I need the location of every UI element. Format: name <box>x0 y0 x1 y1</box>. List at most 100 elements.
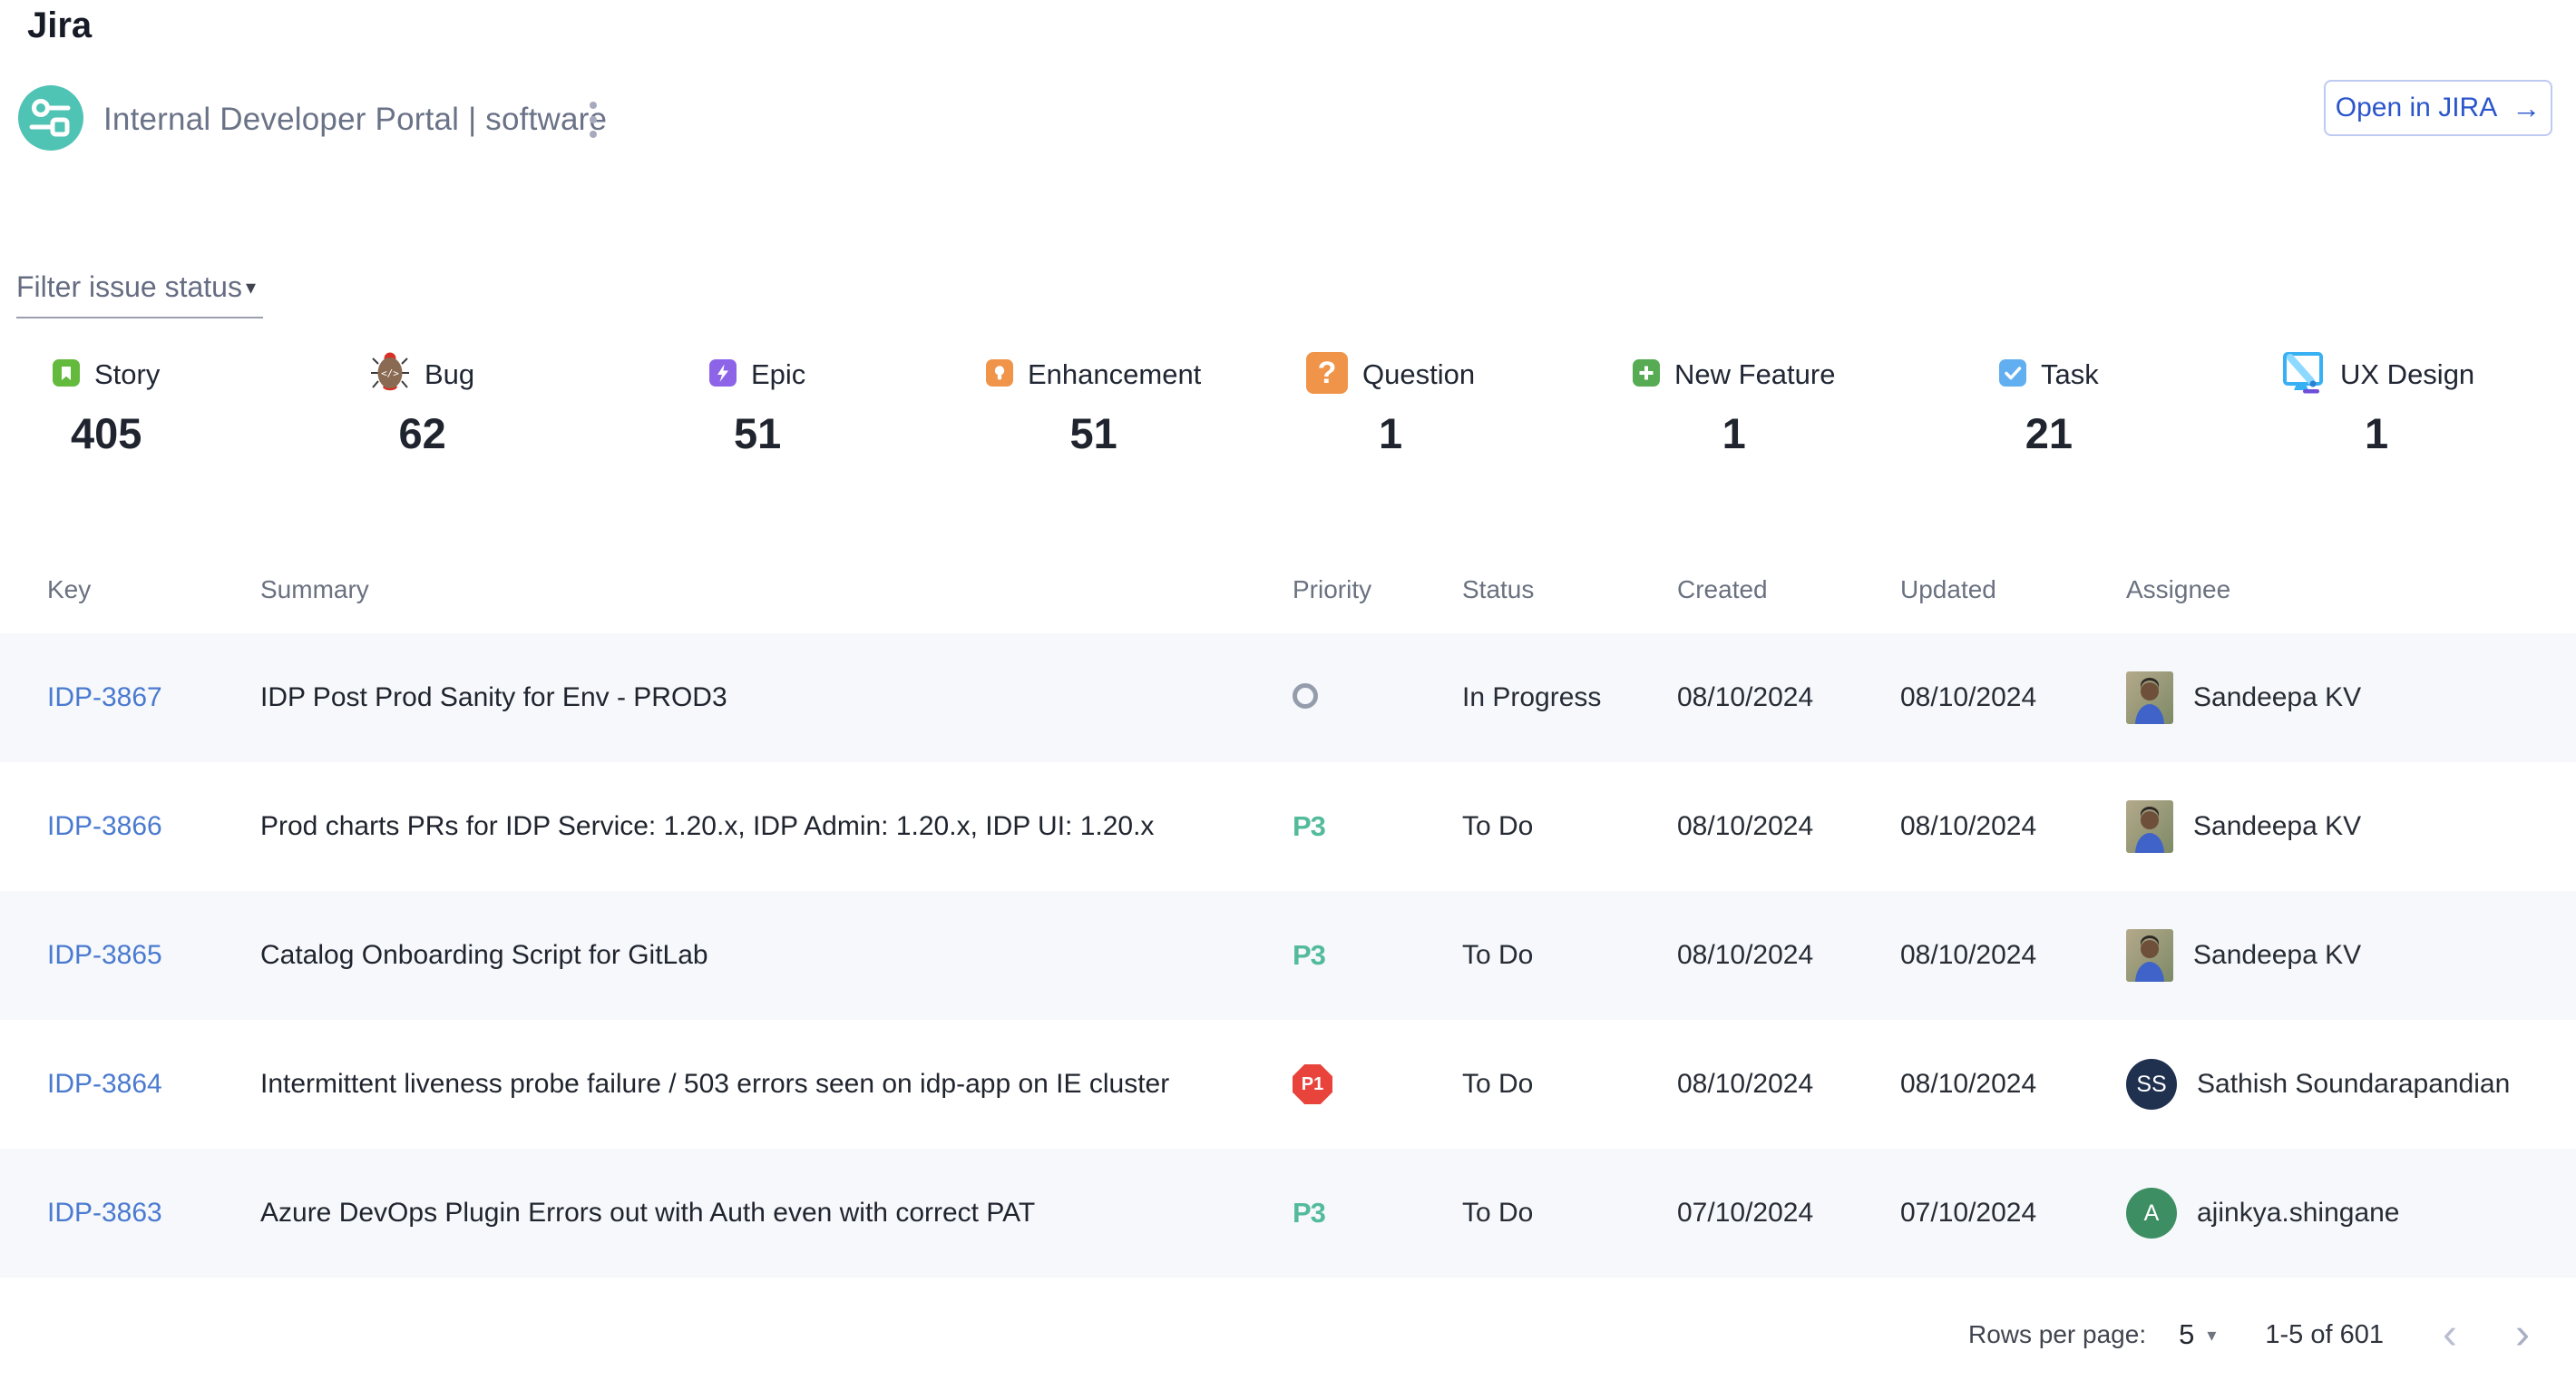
bug-count: 62 <box>398 412 445 455</box>
arrow-right-icon: → <box>2512 93 2541 122</box>
issue-updated: 08/10/2024 <box>1900 940 2126 971</box>
issue-key-link[interactable]: IDP-3866 <box>47 811 260 842</box>
issue-summary: Intermittent liveness probe failure / 50… <box>260 1069 1293 1100</box>
issue-status: To Do <box>1462 1198 1677 1229</box>
table-row: IDP-3866 Prod charts PRs for IDP Service… <box>0 762 2576 891</box>
open-in-jira-button[interactable]: Open in JIRA → <box>2324 80 2552 136</box>
issue-updated: 07/10/2024 <box>1900 1198 2126 1229</box>
bug-icon: </> <box>370 350 410 400</box>
question-count: 1 <box>1379 412 1402 455</box>
assignee-name: ajinkya.shingane <box>2197 1198 2400 1229</box>
pagination-range: 1-5 of 601 <box>2265 1320 2384 1350</box>
issue-key-link[interactable]: IDP-3865 <box>47 940 260 971</box>
open-in-jira-label: Open in JIRA <box>2336 93 2497 123</box>
issue-created: 08/10/2024 <box>1677 682 1900 713</box>
issue-summary: Catalog Onboarding Script for GitLab <box>260 940 1293 971</box>
page-title: Jira <box>27 5 92 46</box>
col-header-summary: Summary <box>260 575 1293 604</box>
assignee-avatar <box>2126 671 2173 724</box>
assignee-avatar: SS <box>2126 1059 2177 1110</box>
col-header-created: Created <box>1677 575 1900 604</box>
task-icon <box>1999 359 2026 391</box>
assignee-name: Sathish Soundarapandian <box>2197 1069 2510 1100</box>
counter-question: ? Question 1 <box>1306 350 1475 455</box>
assignee-name: Sandeepa KV <box>2193 811 2361 842</box>
issue-updated: 08/10/2024 <box>1900 682 2126 713</box>
issue-status: To Do <box>1462 811 1677 842</box>
table-row: IDP-3863 Azure DevOps Plugin Errors out … <box>0 1149 2576 1278</box>
new-feature-count: 1 <box>1722 412 1746 455</box>
counter-story: Story 405 <box>53 350 160 455</box>
entity-header: Internal Developer Portal | software <box>18 87 607 152</box>
issue-type-counters: Story 405 </> Bug 62 <box>0 350 2576 504</box>
jira-plugin-page: Jira Internal Developer Portal | softwar… <box>0 0 2576 1381</box>
assignee-avatar <box>2126 800 2173 853</box>
assignee-name: Sandeepa KV <box>2193 682 2361 713</box>
issues-table: Key Summary Priority Status Created Upda… <box>0 555 2576 1278</box>
next-page-button[interactable]: › <box>2496 1308 2549 1361</box>
priority-p3-badge: P3 <box>1293 939 1325 972</box>
new-feature-icon <box>1633 359 1660 391</box>
issue-key-link[interactable]: IDP-3863 <box>47 1198 260 1229</box>
task-count: 21 <box>2025 412 2073 455</box>
chevron-down-icon: ▾ <box>246 276 256 299</box>
counter-epic: Epic 51 <box>709 350 805 455</box>
rows-per-page-value: 5 <box>2179 1318 2194 1351</box>
col-header-priority: Priority <box>1293 575 1462 604</box>
epic-count: 51 <box>734 412 781 455</box>
priority-p3-badge: P3 <box>1293 810 1325 843</box>
assignee-name: Sandeepa KV <box>2193 940 2361 971</box>
epic-icon <box>709 359 737 391</box>
chevron-down-icon: ▾ <box>2207 1324 2216 1347</box>
svg-text:</>: </> <box>381 367 399 379</box>
ux-design-icon <box>2278 349 2326 401</box>
issue-updated: 08/10/2024 <box>1900 811 2126 842</box>
table-row: IDP-3864 Intermittent liveness probe fai… <box>0 1020 2576 1149</box>
table-header-row: Key Summary Priority Status Created Upda… <box>0 555 2576 624</box>
issue-status-filter[interactable]: Filter issue status ▾ <box>16 270 263 318</box>
entity-title: Internal Developer Portal | software <box>103 102 607 138</box>
enhancement-count: 51 <box>1070 412 1117 455</box>
assignee-avatar <box>2126 929 2173 982</box>
priority-none-icon <box>1293 683 1318 709</box>
issue-summary: Prod charts PRs for IDP Service: 1.20.x,… <box>260 811 1293 842</box>
rows-per-page-select[interactable]: 5 ▾ <box>2179 1318 2216 1351</box>
counter-enhancement: Enhancement 51 <box>986 350 1201 455</box>
issue-status: To Do <box>1462 1069 1677 1100</box>
issue-created: 08/10/2024 <box>1677 940 1900 971</box>
issue-created: 08/10/2024 <box>1677 811 1900 842</box>
issue-key-link[interactable]: IDP-3867 <box>47 682 260 713</box>
counter-new-feature: New Feature 1 <box>1633 350 1835 455</box>
issue-created: 07/10/2024 <box>1677 1198 1900 1229</box>
col-header-updated: Updated <box>1900 575 2126 604</box>
col-header-status: Status <box>1462 575 1677 604</box>
question-icon: ? <box>1306 352 1348 398</box>
more-options-button[interactable] <box>573 89 613 151</box>
project-logo-icon <box>18 85 83 155</box>
counter-task: Task 21 <box>1999 350 2099 455</box>
issue-key-link[interactable]: IDP-3864 <box>47 1069 260 1100</box>
table-pagination: Rows per page: 5 ▾ 1-5 of 601 ‹ › <box>0 1305 2576 1365</box>
story-icon <box>53 359 80 391</box>
previous-page-button[interactable]: ‹ <box>2424 1308 2476 1361</box>
ux-design-count: 1 <box>2365 412 2388 455</box>
col-header-key: Key <box>47 575 260 604</box>
enhancement-icon <box>986 359 1013 391</box>
issue-status: To Do <box>1462 940 1677 971</box>
kebab-menu-icon <box>590 102 597 109</box>
story-count: 405 <box>71 412 141 455</box>
priority-p1-badge: P1 <box>1293 1064 1332 1104</box>
issue-status: In Progress <box>1462 682 1677 713</box>
issue-status-filter-label: Filter issue status <box>16 270 242 304</box>
table-row: IDP-3865 Catalog Onboarding Script for G… <box>0 891 2576 1020</box>
counter-bug: </> Bug 62 <box>370 350 474 455</box>
counter-ux-design: UX Design 1 <box>2278 350 2474 455</box>
svg-text:?: ? <box>1318 356 1337 390</box>
issue-summary: IDP Post Prod Sanity for Env - PROD3 <box>260 682 1293 713</box>
issue-updated: 08/10/2024 <box>1900 1069 2126 1100</box>
issue-created: 08/10/2024 <box>1677 1069 1900 1100</box>
issue-summary: Azure DevOps Plugin Errors out with Auth… <box>260 1198 1293 1229</box>
assignee-avatar: A <box>2126 1188 2177 1239</box>
col-header-assignee: Assignee <box>2126 575 2576 604</box>
table-row: IDP-3867 IDP Post Prod Sanity for Env - … <box>0 633 2576 762</box>
